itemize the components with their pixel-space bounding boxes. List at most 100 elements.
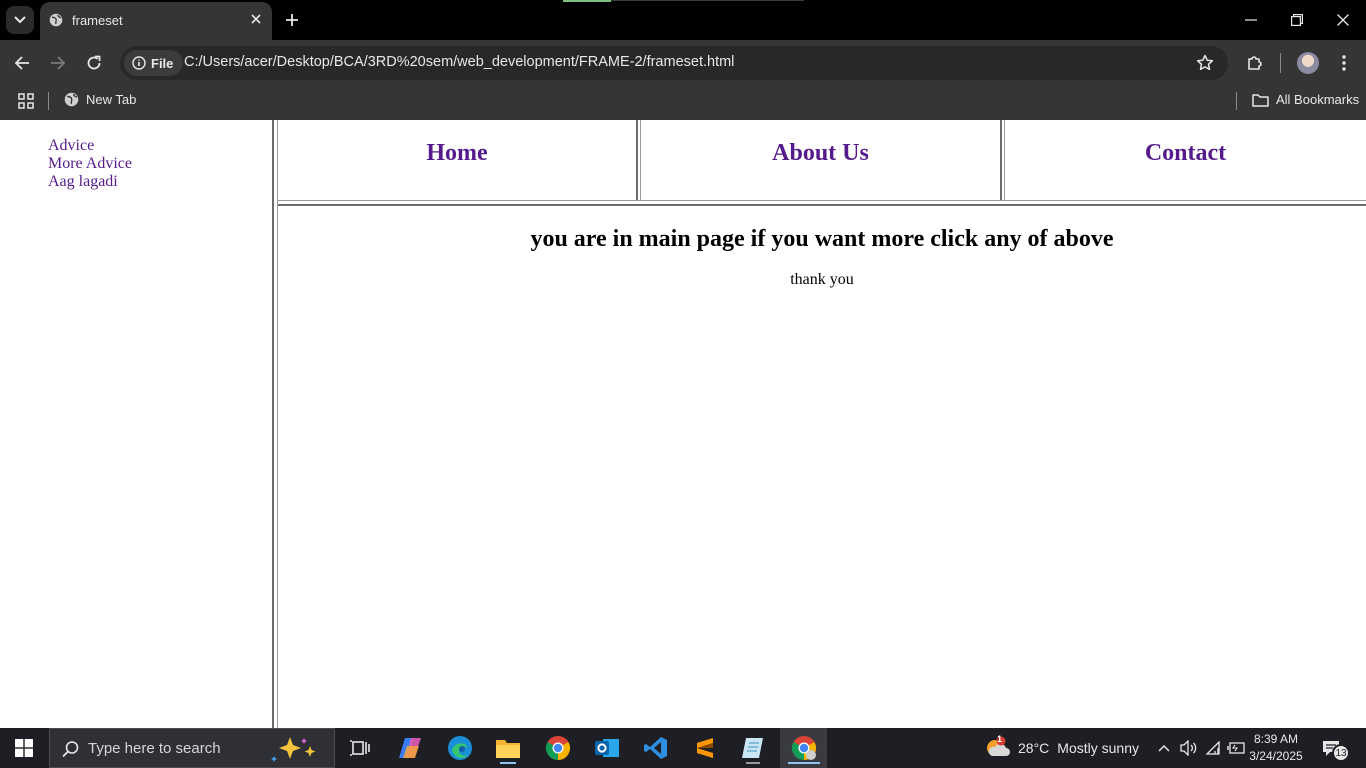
window-close-button[interactable] [1332, 10, 1354, 30]
edge-icon [448, 736, 472, 760]
network-button[interactable] [1204, 738, 1224, 758]
reload-button[interactable] [82, 51, 106, 75]
minimize-icon [1245, 19, 1257, 21]
clock-date: 3/24/2025 [1249, 749, 1303, 763]
loading-track [611, 0, 804, 1]
tab-search-button[interactable] [6, 6, 34, 34]
nav-link-about-us[interactable]: About Us [772, 140, 869, 167]
windows-taskbar: Type here to search 28°C Mostly sunny 1 [0, 728, 1366, 768]
kebab-menu-icon [1342, 55, 1346, 71]
left-link-more-advice[interactable]: More Advice [48, 155, 132, 173]
taskbar-sublime[interactable] [685, 732, 725, 764]
nav-link-home[interactable]: Home [426, 140, 487, 167]
left-nav: Advice More Advice Aag lagadi [48, 137, 132, 191]
site-info-chip[interactable]: File [124, 50, 184, 76]
close-icon [1337, 14, 1349, 26]
arrow-right-icon [51, 56, 66, 70]
reload-icon [87, 55, 101, 70]
all-bookmarks-label: All Bookmarks [1276, 92, 1360, 107]
loading-indicator [563, 0, 611, 2]
info-icon [132, 56, 146, 70]
menu-button[interactable] [1332, 51, 1356, 75]
minimize-button[interactable] [1240, 10, 1262, 30]
browser-titlebar: frameset [0, 0, 1366, 40]
tab-close-button[interactable] [248, 11, 264, 27]
start-button[interactable] [0, 728, 48, 768]
taskbar-copilot[interactable] [390, 732, 430, 764]
apps-grid-icon[interactable] [18, 93, 34, 109]
taskbar-outlook[interactable] [587, 732, 627, 764]
close-icon [251, 14, 261, 24]
running-indicator [746, 762, 760, 764]
taskbar-notepad[interactable] [733, 732, 773, 764]
bookmarks-separator [1236, 92, 1237, 110]
taskbar-clock[interactable]: 8:39 AM 3/24/2025 [1248, 731, 1304, 765]
url-text[interactable]: C:/Users/acer/Desktop/BCA/3RD%20sem/web_… [184, 54, 734, 70]
puzzle-icon [1248, 56, 1262, 70]
running-indicator [788, 762, 820, 764]
nav-link-contact[interactable]: Contact [1145, 140, 1226, 167]
address-bar[interactable]: File C:/Users/acer/Desktop/BCA/3RD%20sem… [120, 46, 1228, 80]
taskbar-edge[interactable] [440, 732, 480, 764]
taskbar-search[interactable]: Type here to search [49, 728, 335, 768]
notification-center-button[interactable]: 13 [1322, 738, 1352, 762]
browser-tab[interactable]: frameset [40, 2, 272, 40]
battery-button[interactable] [1226, 738, 1246, 758]
all-bookmarks-button[interactable]: All Bookmarks [1252, 92, 1359, 107]
bookmark-new-tab[interactable]: New Tab [64, 92, 136, 107]
task-view-icon [350, 740, 370, 756]
top-frame-contact: Contact [1005, 120, 1366, 200]
speaker-icon [1180, 740, 1197, 756]
bookmarks-separator [48, 92, 49, 110]
vscode-icon [644, 737, 667, 759]
taskbar-file-explorer[interactable] [488, 732, 528, 764]
notification-count: 13 [1332, 744, 1350, 762]
notepad-icon [742, 738, 763, 758]
folder-icon [1252, 93, 1269, 107]
weather-widget[interactable]: 28°C Mostly sunny [984, 736, 1139, 760]
globe-icon [64, 92, 79, 107]
taskbar-chrome[interactable] [538, 732, 578, 764]
globe-icon [49, 13, 63, 27]
browser-toolbar: File C:/Users/acer/Desktop/BCA/3RD%20sem… [0, 40, 1366, 86]
taskbar-chrome-active[interactable] [784, 732, 824, 764]
forward-button[interactable] [46, 51, 70, 75]
left-link-advice[interactable]: Advice [48, 137, 132, 155]
chrome-icon [791, 736, 817, 760]
folder-icon [496, 740, 520, 758]
outlook-icon [595, 739, 619, 757]
back-button[interactable] [10, 51, 34, 75]
tray-overflow-button[interactable] [1154, 738, 1174, 758]
bookmark-star-icon[interactable] [1196, 54, 1214, 72]
toolbar-separator [1280, 53, 1281, 73]
new-tab-button[interactable] [282, 10, 302, 30]
task-view-button[interactable] [340, 732, 380, 764]
page-viewport: Advice More Advice Aag lagadi Home About… [0, 120, 1366, 728]
main-heading: you are in main page if you want more cl… [530, 226, 1114, 252]
copilot-sparkle-icon [271, 737, 316, 762]
chevron-up-icon [1158, 744, 1170, 752]
volume-button[interactable] [1179, 738, 1199, 758]
plus-icon [286, 14, 298, 26]
copilot-icon [399, 738, 421, 758]
main-text: thank you [790, 271, 854, 288]
weather-badge: 1 [997, 734, 1003, 744]
search-placeholder: Type here to search [88, 740, 221, 757]
profile-avatar[interactable] [1297, 52, 1319, 74]
taskbar-vscode[interactable] [636, 732, 676, 764]
restore-button[interactable] [1286, 10, 1308, 30]
weather-desc: Mostly sunny [1057, 740, 1139, 756]
sublime-text-icon [697, 738, 713, 758]
top-frame-about: About Us [641, 120, 1000, 200]
arrow-left-icon [14, 56, 29, 70]
bookmarks-bar: New Tab All Bookmarks [0, 86, 1366, 120]
main-frame: you are in main page if you want more cl… [278, 206, 1366, 728]
windows-logo-icon [15, 739, 33, 757]
weather-temp: 28°C [1018, 740, 1050, 756]
tab-title: frameset [72, 13, 123, 28]
left-link-aag-lagadi[interactable]: Aag lagadi [48, 173, 132, 191]
restore-icon [1291, 14, 1303, 26]
bookmark-label: New Tab [86, 92, 137, 107]
extensions-button[interactable] [1243, 51, 1267, 75]
clock-time: 8:39 AM [1253, 732, 1299, 746]
